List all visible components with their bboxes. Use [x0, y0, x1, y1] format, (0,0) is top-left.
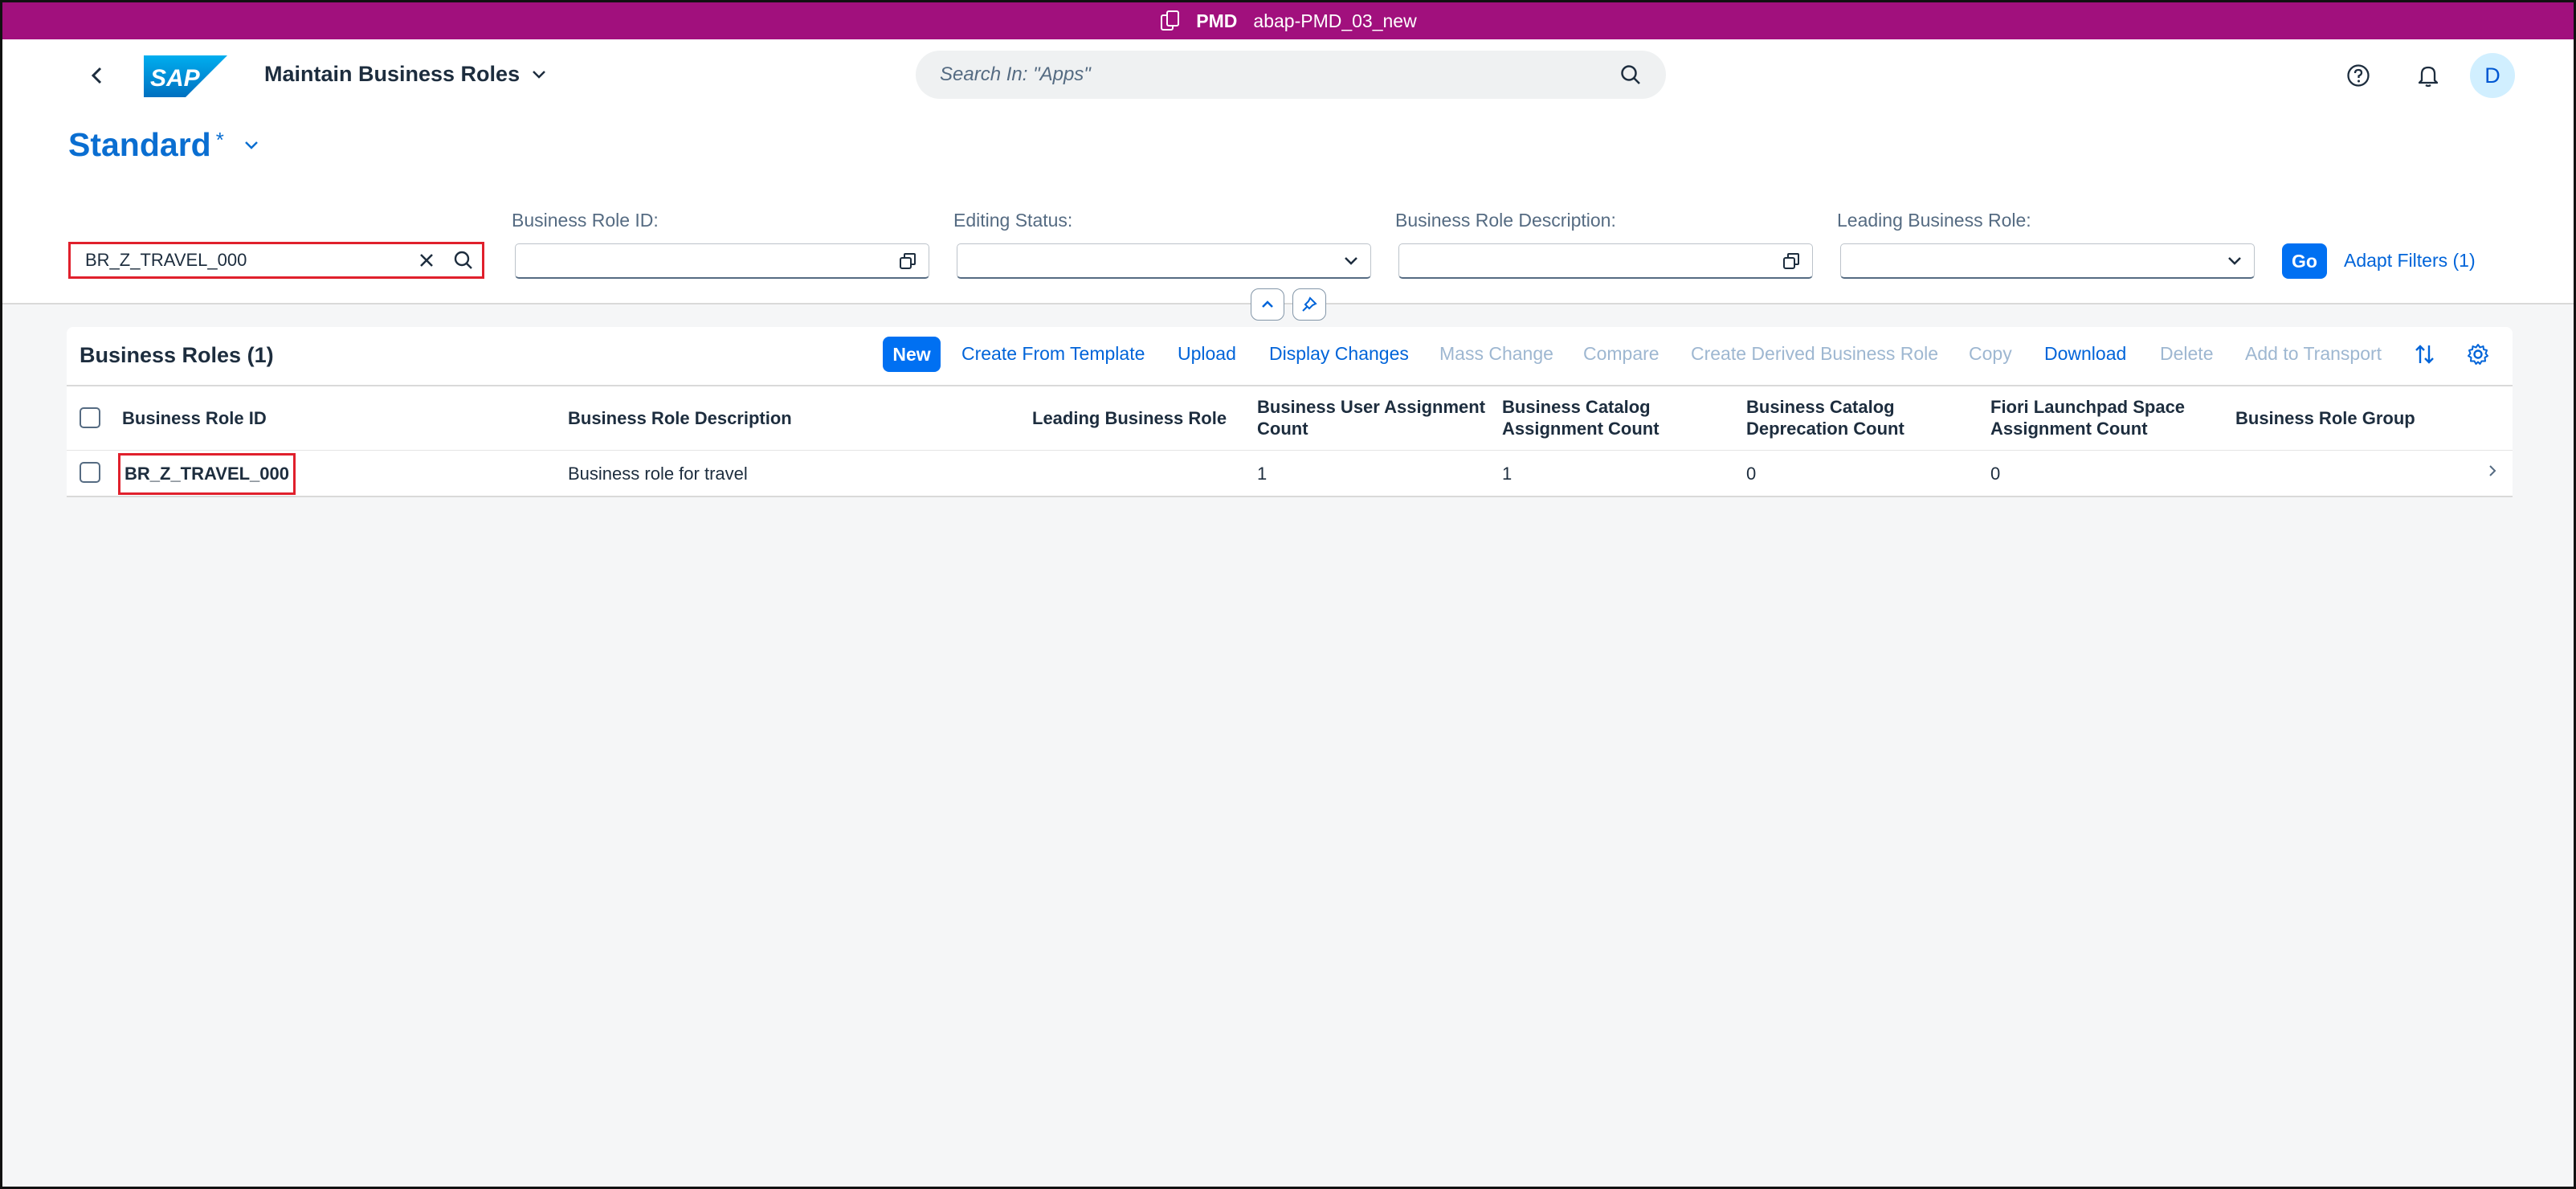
- cell-business-role-description: Business role for travel: [568, 464, 748, 484]
- column-header-fiori-launchpad-space-assignment-count[interactable]: Fiori Launchpad Space Assignment Count: [1990, 396, 2185, 439]
- back-button[interactable]: [79, 57, 116, 94]
- column-header-business-role-description[interactable]: Business Role Description: [568, 407, 792, 429]
- filter-label-business-role-id: Business Role ID:: [512, 210, 659, 231]
- value-help-icon[interactable]: [898, 251, 917, 271]
- basic-search-input[interactable]: [85, 250, 408, 271]
- create-from-template-button[interactable]: Create From Template: [961, 343, 1145, 365]
- chevron-down-icon: [244, 141, 258, 149]
- sort-button[interactable]: [2409, 338, 2441, 370]
- column-header-business-role-group[interactable]: Business Role Group: [2235, 407, 2415, 429]
- chevron-left-icon: [91, 67, 102, 84]
- clear-icon[interactable]: [408, 244, 445, 276]
- cell-fiori-launchpad-space-assignment-count: 0: [1990, 464, 2001, 484]
- editing-status-select[interactable]: [957, 243, 1371, 279]
- chevron-right-icon[interactable]: [2487, 462, 2498, 480]
- select-all-checkbox[interactable]: [80, 407, 100, 428]
- filter-label-business-role-description: Business Role Description:: [1395, 210, 1616, 231]
- column-header-business-user-assignment-count[interactable]: Business User Assignment Count: [1257, 396, 1485, 439]
- cell-business-catalog-assignment-count: 1: [1502, 464, 1513, 484]
- adapt-filters-button[interactable]: Adapt Filters (1): [2344, 250, 2476, 272]
- copy-button[interactable]: Copy: [1969, 343, 2012, 365]
- user-avatar[interactable]: D: [2470, 53, 2515, 98]
- table-settings-button[interactable]: [2462, 338, 2494, 370]
- variant-name: Standard: [68, 126, 211, 163]
- filter-header: Standard * Business Role ID:: [2, 112, 2574, 304]
- chevron-down-icon: [2228, 256, 2241, 265]
- pin-header-button[interactable]: [1292, 288, 1326, 321]
- business-role-id-field[interactable]: [515, 243, 929, 279]
- new-button[interactable]: New: [883, 337, 941, 372]
- app-title: Maintain Business Roles: [264, 62, 521, 86]
- cell-business-role-id[interactable]: BR_Z_TRAVEL_000: [118, 453, 296, 495]
- leading-business-role-select[interactable]: [1840, 243, 2255, 279]
- cell-business-catalog-deprecation-count: 0: [1746, 464, 1757, 484]
- system-icon: [1161, 10, 1180, 31]
- display-changes-button[interactable]: Display Changes: [1269, 343, 1409, 365]
- sort-icon: [2415, 345, 2434, 364]
- variant-selector[interactable]: Standard *: [68, 126, 259, 164]
- variant-modified-marker: *: [215, 128, 224, 152]
- delete-button[interactable]: Delete: [2160, 343, 2213, 365]
- bell-icon: [2418, 66, 2439, 88]
- system-banner: PMD abap-PMD_03_new: [2, 2, 2574, 39]
- collapse-header-button[interactable]: [1251, 288, 1284, 321]
- shell-bar: SAP Maintain Business Roles Search In: "…: [2, 39, 2574, 112]
- download-button[interactable]: Download: [2044, 343, 2126, 365]
- notifications-button[interactable]: [2410, 57, 2447, 94]
- filter-label-leading-business-role: Leading Business Role:: [1837, 210, 2031, 231]
- upload-button[interactable]: Upload: [1178, 343, 1236, 365]
- chevron-down-icon: [1345, 256, 1357, 265]
- help-icon: [2347, 64, 2370, 87]
- shell-search[interactable]: [916, 51, 1666, 99]
- help-button[interactable]: [2340, 57, 2377, 94]
- system-client: abap-PMD_03_new: [1253, 10, 1417, 31]
- system-name: PMD: [1196, 10, 1238, 31]
- svg-text:SAP: SAP: [150, 65, 201, 92]
- add-to-transport-button[interactable]: Add to Transport: [2245, 343, 2382, 365]
- go-button[interactable]: Go: [2282, 243, 2327, 279]
- search-icon[interactable]: [445, 244, 482, 276]
- app-frame: PMD abap-PMD_03_new SAP Maintain Busines…: [0, 0, 2576, 1189]
- column-header-business-role-id[interactable]: Business Role ID: [122, 407, 267, 429]
- table-title: Business Roles (1): [80, 343, 274, 367]
- shell-search-input[interactable]: [940, 63, 1619, 86]
- create-derived-business-role-button[interactable]: Create Derived Business Role: [1691, 343, 1938, 365]
- chevron-down-icon: [533, 70, 545, 79]
- header-controls: [1251, 288, 1326, 321]
- column-header-business-catalog-assignment-count[interactable]: Business Catalog Assignment Count: [1502, 396, 1659, 439]
- basic-search-field[interactable]: [68, 242, 484, 279]
- mass-change-button[interactable]: Mass Change: [1439, 343, 1553, 365]
- sap-logo[interactable]: SAP: [144, 55, 227, 97]
- cell-business-user-assignment-count: 1: [1257, 464, 1268, 484]
- filter-label-editing-status: Editing Status:: [953, 210, 1073, 231]
- table-row[interactable]: BR_Z_TRAVEL_000 Business role for travel…: [67, 451, 2513, 496]
- pin-icon: [1302, 296, 1317, 312]
- chevron-up-icon: [1262, 300, 1273, 308]
- column-header-leading-business-role[interactable]: Leading Business Role: [1032, 407, 1227, 429]
- business-roles-table: Business Roles (1) New Create From Templ…: [67, 327, 2513, 497]
- app-title-menu[interactable]: Maintain Business Roles: [264, 62, 547, 87]
- compare-button[interactable]: Compare: [1583, 343, 1659, 365]
- business-role-description-field[interactable]: [1398, 243, 1813, 279]
- value-help-icon[interactable]: [1782, 251, 1801, 271]
- gear-icon: [2468, 344, 2488, 365]
- row-select-checkbox[interactable]: [80, 462, 100, 483]
- column-header-business-catalog-deprecation-count[interactable]: Business Catalog Deprecation Count: [1746, 396, 1904, 439]
- search-icon[interactable]: [1619, 63, 1642, 86]
- table-header: Business Role ID Business Role Descripti…: [67, 385, 2513, 451]
